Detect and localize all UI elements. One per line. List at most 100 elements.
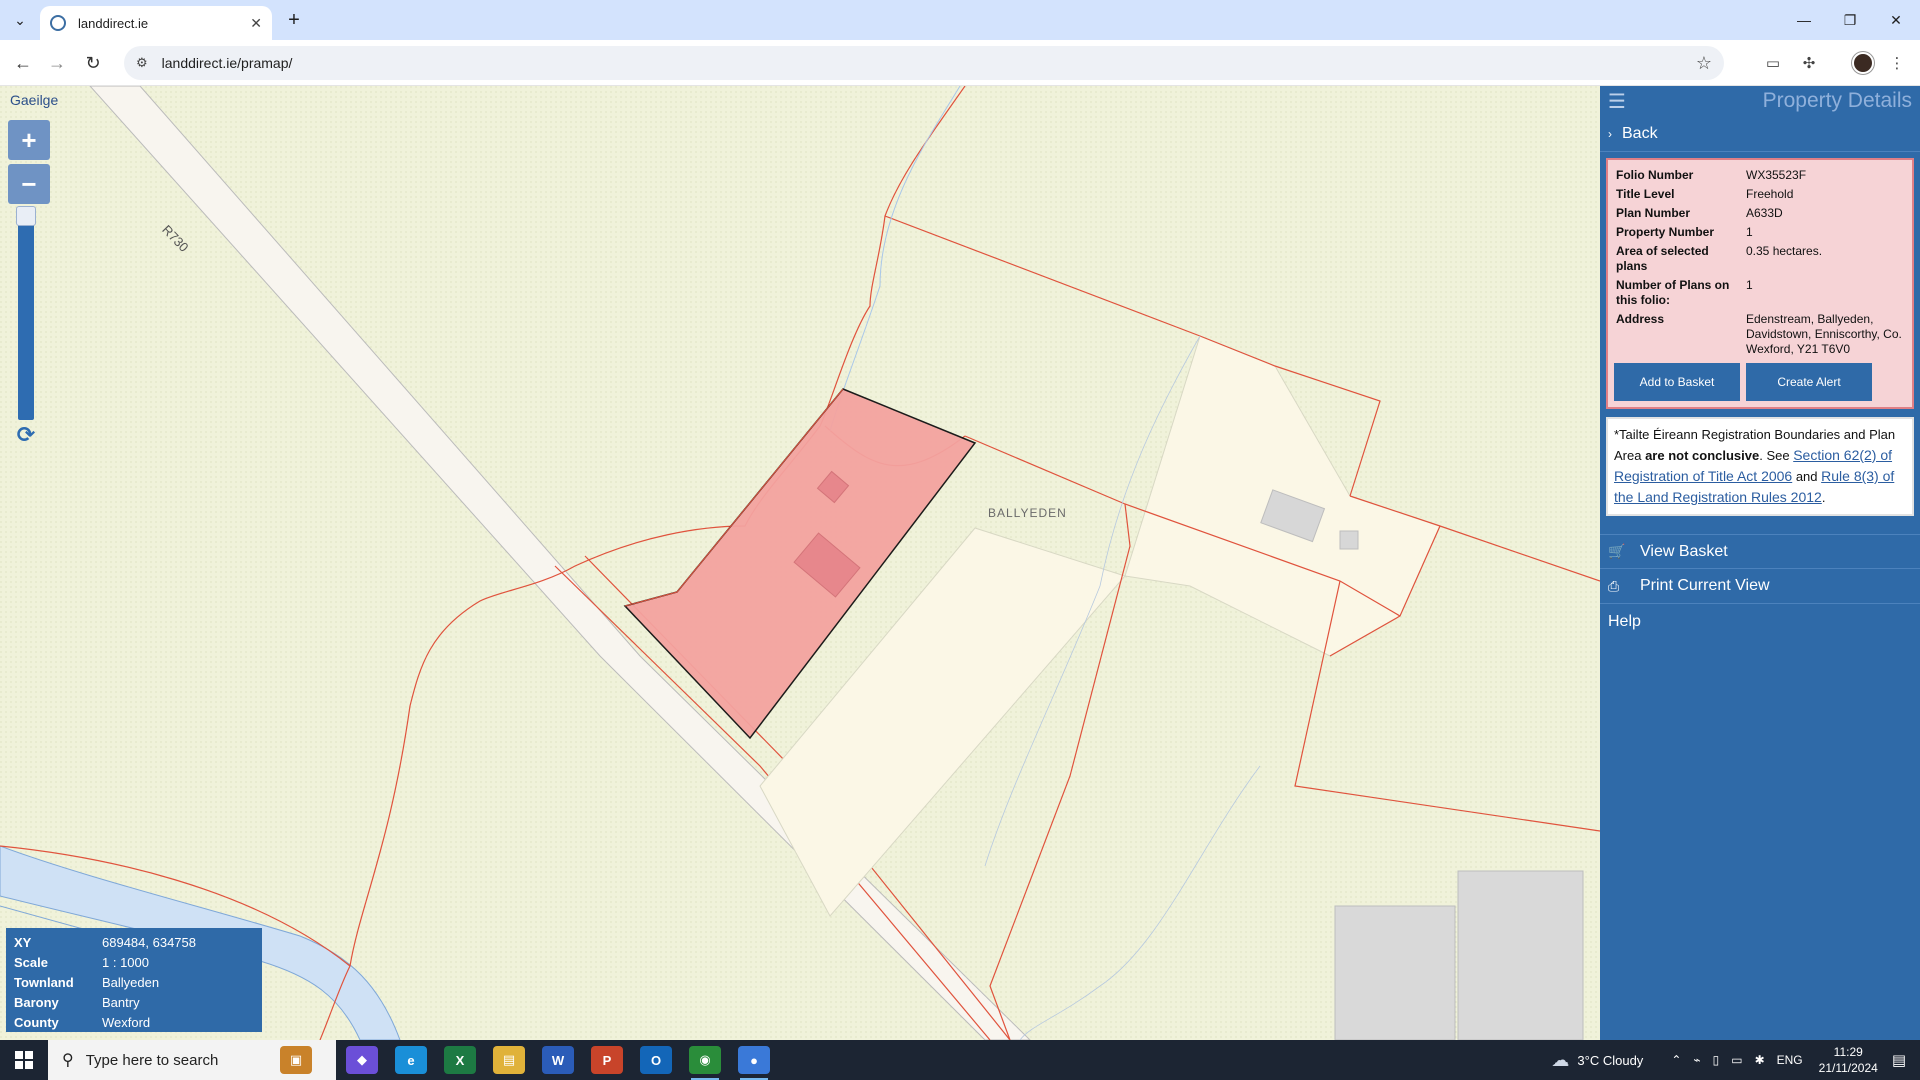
print-view-link[interactable]: ⎙ Print Current View (1600, 569, 1920, 604)
scale-label: Scale (14, 954, 48, 970)
scale-value: 1 : 1000 (102, 954, 149, 970)
back-arrow-icon[interactable]: ← (10, 50, 36, 76)
title-level-label: Title Level (1616, 187, 1675, 201)
folio-value: WX35523F (1746, 168, 1807, 182)
map-canvas[interactable]: R730 BALLYEDEN Gaeilge + − ⟳ XY 689484, 6… (0, 86, 1600, 1040)
browser-tab-bar: ⌄ landdirect.ie ✕ + — ❐ ✕ (0, 0, 1920, 40)
excel-icon[interactable]: X (444, 1046, 476, 1074)
monitor-icon[interactable]: ▭ (1731, 1053, 1742, 1067)
card-button-row: Add to Basket Create Alert (1614, 363, 1906, 401)
back-link[interactable]: › Back (1600, 116, 1920, 152)
barony-label: Barony (14, 994, 59, 1010)
system-tray: ☁ 3°C Cloudy ⌃ ⌁ ▯ ▭ ✱ ENG 11:29 21/11/2… (1551, 1040, 1920, 1080)
refresh-icon[interactable]: ⟳ (13, 422, 39, 448)
zoom-out-button[interactable]: − (8, 164, 50, 204)
language-link[interactable]: Gaeilge (10, 92, 58, 108)
townland-map-label: BALLYEDEN (988, 506, 1067, 520)
folio-label: Folio Number (1616, 168, 1694, 182)
network-off-icon[interactable]: ⌁ (1693, 1053, 1700, 1067)
back-label: Back (1622, 124, 1658, 142)
plan-number-value: A633D (1746, 206, 1783, 220)
chrome-icon[interactable]: ◉ (689, 1046, 721, 1080)
start-button[interactable] (0, 1040, 48, 1080)
plan-number-label: Plan Number (1616, 206, 1691, 220)
site-info-icon[interactable]: ⚙ (136, 55, 148, 71)
browser-menu-icon[interactable]: ⋮ (1886, 52, 1908, 74)
bookmark-star-icon[interactable]: ☆ (1696, 53, 1712, 74)
cast-icon[interactable]: ▭ (1762, 52, 1784, 74)
zoom-slider-handle[interactable] (16, 206, 36, 226)
xy-label: XY (14, 934, 32, 950)
disclaimer-text-2: . See (1759, 448, 1794, 463)
powerpoint-icon[interactable]: P (591, 1046, 623, 1074)
new-tab-button[interactable]: + (282, 8, 306, 32)
address-label: Address (1616, 312, 1665, 326)
area-value: 0.35 hectares. (1746, 244, 1823, 258)
extensions-icon[interactable]: ✣ (1798, 52, 1820, 74)
file-explorer-icon[interactable]: ▤ (493, 1046, 525, 1074)
copilot-icon[interactable]: ◆ (346, 1046, 378, 1074)
disclaimer-text-4: . (1821, 490, 1826, 505)
help-label: Help (1608, 612, 1641, 630)
panel-header: ☰ Property Details (1600, 86, 1920, 116)
view-basket-link[interactable]: 🛒 View Basket (1600, 534, 1920, 569)
tab-search-button[interactable]: ⌄ (8, 8, 32, 32)
url-text: landdirect.ie/pramap/ (161, 55, 293, 71)
windows-taskbar: ⚲ Type here to search ▣ ◆ e X ▤ W P O ◉ … (0, 1040, 1920, 1080)
forward-arrow-icon[interactable]: → (44, 50, 70, 76)
barony-value: Bantry (102, 994, 140, 1010)
hamburger-menu-icon[interactable]: ☰ (1608, 89, 1626, 114)
minimize-icon[interactable]: — (1790, 8, 1818, 32)
briefcase-icon[interactable]: ▣ (280, 1046, 312, 1074)
county-value: Wexford (102, 1014, 151, 1030)
close-window-icon[interactable]: ✕ (1882, 8, 1910, 32)
chevron-up-icon[interactable]: ⌃ (1671, 1053, 1681, 1067)
notifications-icon[interactable]: ▤ (1892, 1051, 1906, 1069)
search-icon: ⚲ (62, 1052, 74, 1069)
cart-icon: 🛒 (1608, 543, 1626, 559)
property-details-panel: ☰ Property Details › Back Folio Number WX… (1600, 86, 1920, 1040)
weather-widget[interactable]: ☁ 3°C Cloudy (1551, 1050, 1643, 1071)
property-number-label: Property Number (1616, 225, 1715, 239)
location-info-box: XY 689484, 634758 Scale 1 : 1000 Townland B… (6, 928, 262, 1032)
search-placeholder: Type here to search (85, 1051, 219, 1069)
cloud-icon: ☁ (1551, 1049, 1570, 1070)
plans-count-value: 1 (1746, 278, 1753, 292)
property-details-card: Folio Number WX35523F Title Level Freehold… (1606, 158, 1914, 409)
chat-app-icon[interactable]: ● (738, 1046, 770, 1080)
profile-avatar[interactable] (1852, 52, 1874, 74)
zoom-in-button[interactable]: + (8, 120, 50, 160)
townland-label: Townland (14, 974, 74, 990)
tab-title: landdirect.ie (78, 15, 149, 31)
title-level-value: Freehold (1746, 187, 1794, 201)
browser-toolbar: ← → ↻ ⚙ landdirect.ie/pramap/ ☆ ▭ ✣ ⋮ (0, 40, 1920, 86)
townland-value: Ballyeden (102, 974, 160, 990)
security-icon[interactable]: ✱ (1755, 1053, 1765, 1067)
close-tab-icon[interactable]: ✕ (250, 15, 262, 32)
view-basket-label: View Basket (1640, 542, 1728, 560)
map-graphics (0, 86, 1600, 1040)
add-to-basket-button[interactable]: Add to Basket (1614, 363, 1740, 401)
create-alert-button[interactable]: Create Alert (1746, 363, 1872, 401)
print-icon: ⎙ (1608, 577, 1620, 594)
weather-text: 3°C Cloudy (1577, 1052, 1644, 1068)
disclaimer-text-3: and (1792, 469, 1822, 484)
help-link[interactable]: Help (1600, 604, 1920, 639)
restore-icon[interactable]: ❐ (1836, 8, 1864, 32)
outlook-icon[interactable]: O (640, 1046, 672, 1074)
zoom-slider-track[interactable] (18, 208, 34, 420)
panel-title: Property Details (1762, 89, 1912, 112)
reload-icon[interactable]: ↻ (80, 50, 106, 76)
word-icon[interactable]: W (542, 1046, 574, 1074)
property-number-value: 1 (1746, 225, 1753, 239)
browser-tab[interactable]: landdirect.ie ✕ (40, 6, 272, 40)
device-icon[interactable]: ▯ (1713, 1053, 1720, 1067)
language-indicator[interactable]: ENG (1777, 1053, 1803, 1067)
edge-icon[interactable]: e (395, 1046, 427, 1074)
address-value: Edenstream, Ballyeden, Davidstown, Ennis… (1746, 312, 1902, 356)
clock-date: 21/11/2024 (1818, 1061, 1878, 1075)
clock[interactable]: 11:29 21/11/2024 (1819, 1044, 1878, 1076)
clock-time: 11:29 (1833, 1045, 1863, 1059)
site-favicon-icon (50, 15, 66, 31)
address-bar[interactable]: ⚙ landdirect.ie/pramap/ ☆ (124, 46, 1724, 80)
